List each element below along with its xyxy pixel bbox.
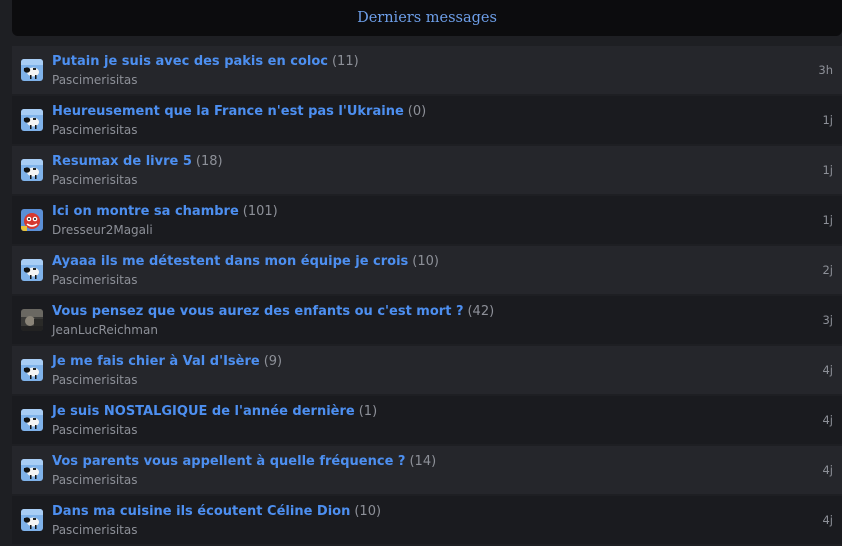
avatar-sheep <box>21 259 43 281</box>
topic-title-link[interactable]: Ici on montre sa chambre <box>52 204 239 219</box>
avatar-sheep <box>21 59 43 81</box>
topic-texts: Heureusement que la France n'est pas l'U… <box>52 103 802 138</box>
topic-title-line: Resumax de livre 5 (18) <box>52 153 802 170</box>
topic-row[interactable]: Dans ma cuisine ils écoutent Céline Dion… <box>12 496 842 544</box>
topic-time: 4j <box>822 463 833 477</box>
topic-time: 1j <box>822 163 833 177</box>
topic-row[interactable]: Je suis NOSTALGIQUE de l'année dernière(… <box>12 396 842 444</box>
topic-author[interactable]: Pascimerisitas <box>52 122 802 138</box>
topic-title-link[interactable]: Je me fais chier à Val d'Isère <box>52 354 260 369</box>
topic-texts: Vos parents vous appellent à quelle fréq… <box>52 453 802 488</box>
topic-title-line: Ici on montre sa chambre (101) <box>52 203 802 220</box>
topic-time: 2j <box>822 263 833 277</box>
topic-title-link[interactable]: Je suis NOSTALGIQUE de l'année dernière <box>52 404 355 419</box>
topic-author[interactable]: Pascimerisitas <box>52 272 802 288</box>
panel-header: Derniers messages <box>12 0 842 36</box>
topic-time: 4j <box>822 513 833 527</box>
avatar-sheep <box>21 459 43 481</box>
topic-title-link[interactable]: Putain je suis avec des pakis en coloc <box>52 54 328 69</box>
topic-reply-count: (14) <box>409 454 437 469</box>
topic-reply-count: (42) <box>467 304 495 319</box>
topic-time: 3h <box>818 63 833 77</box>
topic-author[interactable]: Pascimerisitas <box>52 522 802 538</box>
topic-title-line: Je me fais chier à Val d'Isère (9) <box>52 353 802 370</box>
topic-title-link[interactable]: Ayaaa ils me détestent dans mon équipe j… <box>52 254 408 269</box>
topic-reply-count: (10) <box>412 254 439 269</box>
topic-title-link[interactable]: Dans ma cuisine ils écoutent Céline Dion <box>52 504 350 519</box>
topic-texts: Ayaaa ils me détestent dans mon équipe j… <box>52 253 802 288</box>
avatar-sheep <box>21 509 43 531</box>
topic-texts: Resumax de livre 5 (18) Pascimerisitas <box>52 153 802 188</box>
panel-title: Derniers messages <box>357 10 497 26</box>
avatar-sheep <box>21 359 43 381</box>
avatar-cartoon <box>21 209 43 231</box>
topic-texts: Vous pensez que vous aurez des enfants o… <box>52 303 802 338</box>
topic-title-link[interactable]: Vous pensez que vous aurez des enfants o… <box>52 304 463 319</box>
topic-texts: Je suis NOSTALGIQUE de l'année dernière(… <box>52 403 802 438</box>
topic-texts: Putain je suis avec des pakis en coloc (1… <box>52 53 802 88</box>
topic-author[interactable]: Pascimerisitas <box>52 72 802 88</box>
topic-author[interactable]: Pascimerisitas <box>52 172 802 188</box>
topic-time: 4j <box>822 413 833 427</box>
topic-row[interactable]: Putain je suis avec des pakis en coloc (1… <box>12 46 842 94</box>
topic-row[interactable]: Ici on montre sa chambre (101) Dresseur2Ma… <box>12 196 842 244</box>
topic-row[interactable]: Heureusement que la France n'est pas l'U… <box>12 96 842 144</box>
topic-row[interactable]: Vos parents vous appellent à quelle fréq… <box>12 446 842 494</box>
topic-row[interactable]: Ayaaa ils me détestent dans mon équipe j… <box>12 246 842 294</box>
topic-reply-count: (10) <box>354 504 382 519</box>
topic-title-line: Putain je suis avec des pakis en coloc (1… <box>52 53 802 70</box>
topic-reply-count: (101) <box>242 204 278 219</box>
avatar-sheep <box>21 409 43 431</box>
topic-time: 1j <box>822 113 833 127</box>
topic-list: Putain je suis avec des pakis en coloc (1… <box>12 46 842 546</box>
topic-time: 1j <box>822 213 833 227</box>
topic-row[interactable]: Je me fais chier à Val d'Isère (9) Pascime… <box>12 346 842 394</box>
topic-title-line: Vous pensez que vous aurez des enfants o… <box>52 303 802 320</box>
topic-title-link[interactable]: Heureusement que la France n'est pas l'U… <box>52 104 404 119</box>
topic-texts: Dans ma cuisine ils écoutent Céline Dion… <box>52 503 802 538</box>
topic-reply-count: (1) <box>358 404 378 419</box>
topic-reply-count: (18) <box>195 154 223 169</box>
topic-author[interactable]: Pascimerisitas <box>52 472 802 488</box>
topic-author[interactable]: Pascimerisitas <box>52 372 802 388</box>
topic-author[interactable]: Pascimerisitas <box>52 422 802 438</box>
topic-reply-count: (0) <box>407 104 427 119</box>
topic-texts: Ici on montre sa chambre (101) Dresseur2Ma… <box>52 203 802 238</box>
avatar-sheep <box>21 109 43 131</box>
topic-title-line: Je suis NOSTALGIQUE de l'année dernière(… <box>52 403 802 420</box>
topic-time: 3j <box>822 313 833 327</box>
latest-messages-panel: Derniers messages Putain je suis avec de… <box>12 0 842 544</box>
topic-title-link[interactable]: Vos parents vous appellent à quelle fréq… <box>52 454 405 469</box>
topic-reply-count: (9) <box>263 354 283 369</box>
topic-title-line: Vos parents vous appellent à quelle fréq… <box>52 453 802 470</box>
topic-reply-count: (11) <box>331 54 359 69</box>
avatar-sheep <box>21 159 43 181</box>
topic-title-line: Dans ma cuisine ils écoutent Céline Dion… <box>52 503 802 520</box>
topic-time: 4j <box>822 363 833 377</box>
topic-row[interactable]: Resumax de livre 5 (18) Pascimerisitas 1j <box>12 146 842 194</box>
topic-row[interactable]: Vous pensez que vous aurez des enfants o… <box>12 296 842 344</box>
topic-title-link[interactable]: Resumax de livre 5 <box>52 154 192 169</box>
topic-author[interactable]: Dresseur2Magali <box>52 222 802 238</box>
topic-title-line: Ayaaa ils me détestent dans mon équipe j… <box>52 253 802 270</box>
avatar-photo <box>21 309 43 331</box>
topic-texts: Je me fais chier à Val d'Isère (9) Pascime… <box>52 353 802 388</box>
topic-author[interactable]: JeanLucReichman <box>52 322 802 338</box>
topic-title-line: Heureusement que la France n'est pas l'U… <box>52 103 802 120</box>
